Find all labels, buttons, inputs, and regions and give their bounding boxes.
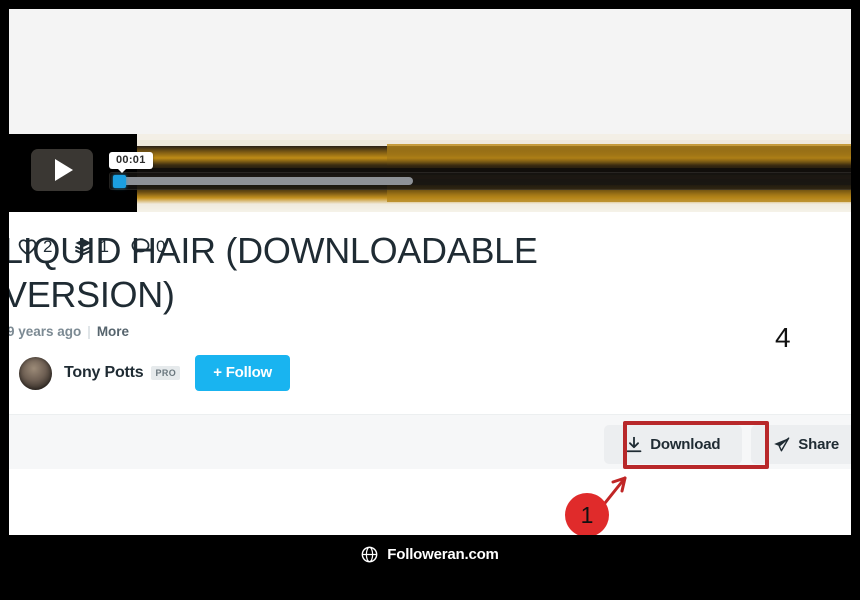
watermark-text: Followeran.com: [387, 546, 499, 563]
play-icon: [55, 159, 73, 181]
watermark-bar: Followeran.com: [9, 535, 851, 574]
pro-badge: PRO: [151, 366, 181, 380]
heart-icon: [18, 238, 37, 255]
download-label: Download: [650, 436, 721, 453]
share-icon: [774, 436, 790, 451]
video-player[interactable]: 00:01: [9, 134, 851, 212]
scrubber-track[interactable]: [109, 172, 851, 190]
screenshot-frame: 00:01 LIQUID HAIR (DOWNLOADABLE VERSION)…: [0, 0, 860, 600]
step-marker-1: 1: [565, 493, 609, 537]
scrubber-buffered: [113, 177, 413, 185]
download-icon: [626, 436, 642, 453]
share-button[interactable]: Share: [751, 425, 851, 464]
comments-stat[interactable]: 0: [131, 237, 165, 257]
author-name[interactable]: Tony Potts: [64, 364, 144, 382]
current-time-label: 00:01: [109, 152, 153, 173]
likes-count: 2: [43, 237, 53, 256]
stats-row: 2 1 0: [18, 237, 165, 257]
play-button[interactable]: [31, 149, 93, 191]
comment-icon: [131, 238, 150, 256]
author-row: Tony Potts PRO + Follow: [19, 355, 291, 391]
more-link[interactable]: More: [97, 324, 129, 339]
collections-count: 1: [99, 237, 109, 256]
avatar[interactable]: [19, 356, 52, 390]
layers-icon: [75, 239, 93, 256]
follow-button[interactable]: + Follow: [195, 355, 291, 391]
video-scrubber[interactable]: 00:01: [109, 152, 851, 196]
likes-stat[interactable]: 2: [18, 237, 52, 257]
post-meta: 9 years ago | More: [9, 324, 129, 339]
browser-viewport: 00:01 LIQUID HAIR (DOWNLOADABLE VERSION)…: [9, 9, 851, 574]
collections-stat[interactable]: 1: [74, 237, 109, 257]
comments-count: 0: [155, 237, 166, 256]
globe-icon: [361, 546, 378, 563]
page-blank-area: [9, 9, 851, 134]
scrubber-handle[interactable]: [113, 175, 126, 188]
meta-separator: |: [87, 324, 91, 339]
post-age: 9 years ago: [9, 324, 82, 339]
share-label: Share: [798, 436, 839, 453]
annotation-number-four: 4: [775, 322, 791, 353]
video-details-panel: LIQUID HAIR (DOWNLOADABLE VERSION) 9 yea…: [9, 212, 851, 574]
